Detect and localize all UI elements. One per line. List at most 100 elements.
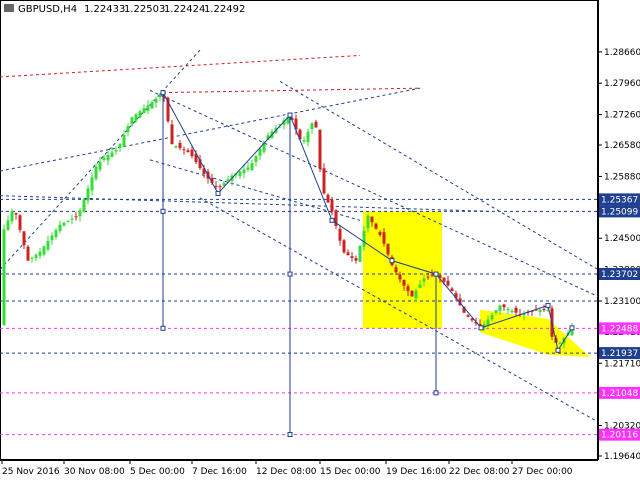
menu-icon (4, 4, 14, 12)
candle-bearish (350, 256, 354, 258)
candle-bullish (110, 152, 114, 157)
candle-bullish (66, 220, 70, 222)
candle-bearish (378, 231, 382, 236)
wave-marker (569, 325, 575, 331)
y-tick-label: 1.24500 (604, 234, 640, 244)
y-tick-label: 1.23100 (604, 297, 640, 307)
wave-marker (433, 390, 439, 396)
candle-bearish (218, 186, 222, 188)
candle-bearish (214, 185, 218, 187)
candle-bearish (186, 150, 190, 153)
candle-bullish (126, 126, 130, 133)
plot-background (0, 0, 598, 460)
candle-bullish (302, 140, 306, 142)
price-level-label: 1.22488 (601, 324, 638, 334)
candle-bullish (490, 314, 494, 320)
candle-bearish (354, 258, 358, 261)
candle-bullish (146, 105, 150, 111)
candle-bullish (34, 254, 38, 259)
candle-bullish (414, 290, 418, 299)
price-level-label: 1.20116 (601, 431, 638, 441)
x-tick-label: 19 Dec 16:00 (386, 467, 447, 477)
candle-bearish (14, 213, 18, 215)
wave-marker (329, 217, 335, 223)
candle-bullish (134, 114, 138, 121)
candle-bullish (254, 156, 258, 162)
x-tick-label: 5 Dec 00:00 (130, 467, 185, 477)
candle-bullish (102, 157, 106, 160)
candle-bearish (338, 228, 342, 241)
candle-bearish (182, 149, 186, 151)
x-tick-label: 12 Dec 08:00 (256, 467, 317, 477)
candle-bullish (358, 245, 362, 262)
close-price: 1.22492 (204, 4, 245, 15)
price-level-label: 1.21048 (601, 389, 638, 399)
wave-marker (160, 90, 166, 96)
candle-bearish (386, 243, 390, 255)
candle-bullish (558, 343, 562, 345)
candle-bearish (22, 231, 26, 246)
candle-bullish (158, 95, 162, 98)
candle-bullish (242, 169, 246, 174)
candle-bearish (170, 124, 174, 145)
candle-bullish (118, 144, 122, 148)
candle-bullish (70, 218, 74, 220)
candle-bullish (510, 310, 514, 313)
wave-marker (478, 325, 484, 331)
low-price: 1.22424 (164, 4, 205, 15)
candle-bullish (538, 309, 542, 312)
x-tick-label: 15 Dec 00:00 (320, 467, 381, 477)
candle-bearish (430, 274, 434, 276)
candle-bullish (122, 135, 126, 147)
candle-bearish (342, 240, 346, 253)
candle-bullish (42, 246, 46, 255)
candle-bearish (406, 286, 410, 292)
candle-bearish (426, 276, 430, 278)
candle-bearish (374, 223, 378, 229)
price-chart[interactable]: 1.286601.279601.272601.265801.258801.251… (0, 0, 640, 480)
candle-bullish (362, 230, 366, 247)
candle-bullish (50, 235, 54, 241)
chart-title: GBPUSD,H4 1.22433 1.22503 1.22424 1.2249… (4, 4, 245, 15)
candle-bullish (10, 211, 14, 222)
candle-bullish (78, 210, 82, 217)
open-price: 1.22433 (84, 4, 125, 15)
wave-marker (433, 271, 439, 277)
candle-bullish (174, 146, 178, 148)
candle-bullish (58, 224, 62, 231)
candle-bullish (62, 222, 66, 226)
y-tick-label: 1.19640 (604, 452, 640, 462)
candle-bullish (306, 131, 310, 143)
candle-bullish (130, 117, 134, 125)
candle-bearish (318, 129, 322, 169)
candle-bullish (142, 108, 146, 114)
candle-bullish (258, 149, 262, 156)
candle-bearish (370, 216, 374, 223)
candle-bearish (542, 308, 546, 310)
candle-bearish (322, 168, 326, 194)
price-level-label: 1.21937 (601, 349, 638, 359)
candle-bearish (466, 315, 470, 317)
candle-bearish (18, 215, 22, 230)
wave-marker (215, 190, 221, 196)
candle-bearish (398, 274, 402, 280)
candle-bullish (506, 309, 510, 311)
candle-bearish (410, 290, 414, 297)
candle-bullish (494, 310, 498, 313)
y-tick-label: 1.25880 (604, 172, 640, 182)
price-level-label: 1.25367 (601, 195, 638, 205)
wave-marker (389, 258, 395, 264)
price-level-label: 1.25099 (601, 207, 638, 217)
candle-bullish (238, 171, 242, 177)
y-tick-label: 1.26580 (604, 141, 640, 151)
candle-bearish (314, 121, 318, 128)
candle-bearish (446, 280, 450, 286)
wave-marker (287, 431, 293, 437)
candle-bullish (138, 111, 142, 118)
candle-bearish (178, 142, 182, 149)
candle-bullish (6, 220, 10, 230)
candle-bullish (154, 98, 158, 103)
candle-bullish (86, 188, 90, 201)
candle-bullish (418, 284, 422, 288)
candle-bearish (74, 216, 78, 218)
